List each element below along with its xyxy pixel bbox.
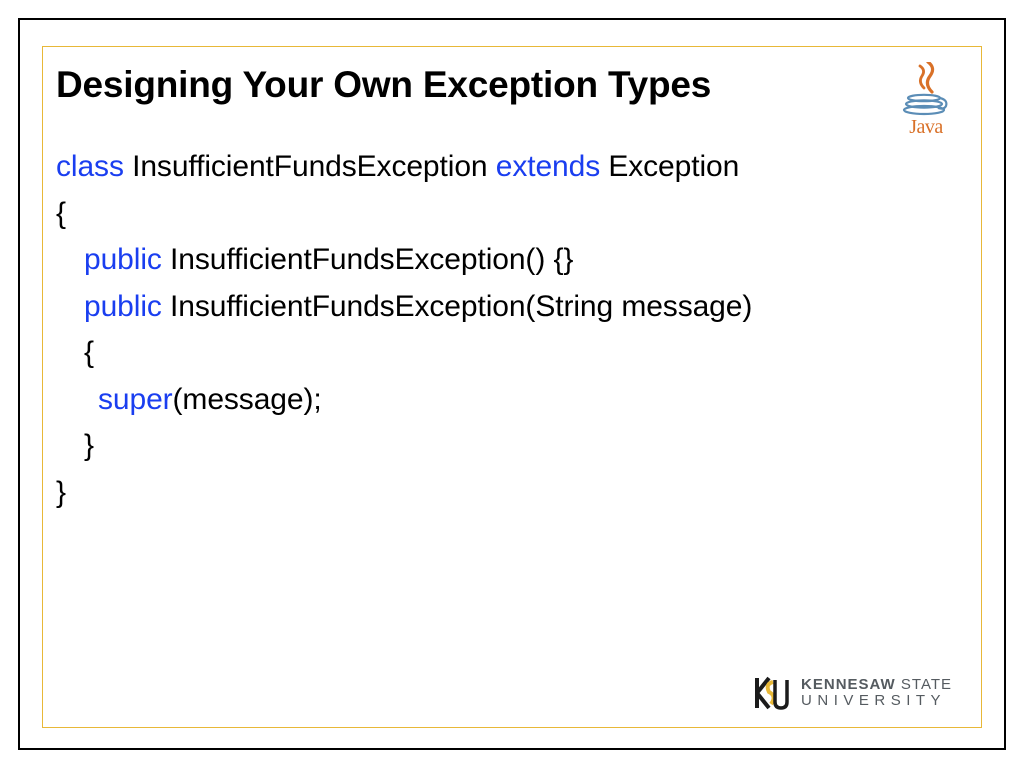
ksu-logo: KENNESAW STATE UNIVERSITY bbox=[751, 672, 952, 714]
code-block: class InsufficientFundsException extends… bbox=[56, 144, 968, 516]
code-line: public InsufficientFundsException() {} bbox=[56, 237, 968, 284]
ksu-line2: UNIVERSITY bbox=[801, 693, 952, 709]
code-line: public InsufficientFundsException(String… bbox=[56, 284, 968, 331]
slide-content: Designing Your Own Exception Types class… bbox=[56, 64, 968, 712]
code-line: { bbox=[56, 330, 968, 377]
slide-title: Designing Your Own Exception Types bbox=[56, 64, 968, 106]
ksu-monogram-icon bbox=[751, 672, 791, 714]
code-line: } bbox=[56, 423, 968, 470]
ksu-text: KENNESAW STATE UNIVERSITY bbox=[801, 677, 952, 709]
code-line: } bbox=[56, 470, 968, 517]
code-line: class InsufficientFundsException extends… bbox=[56, 144, 968, 191]
code-line: { bbox=[56, 191, 968, 238]
code-line: super(message); bbox=[56, 377, 968, 424]
ksu-line1: KENNESAW STATE bbox=[801, 677, 952, 693]
